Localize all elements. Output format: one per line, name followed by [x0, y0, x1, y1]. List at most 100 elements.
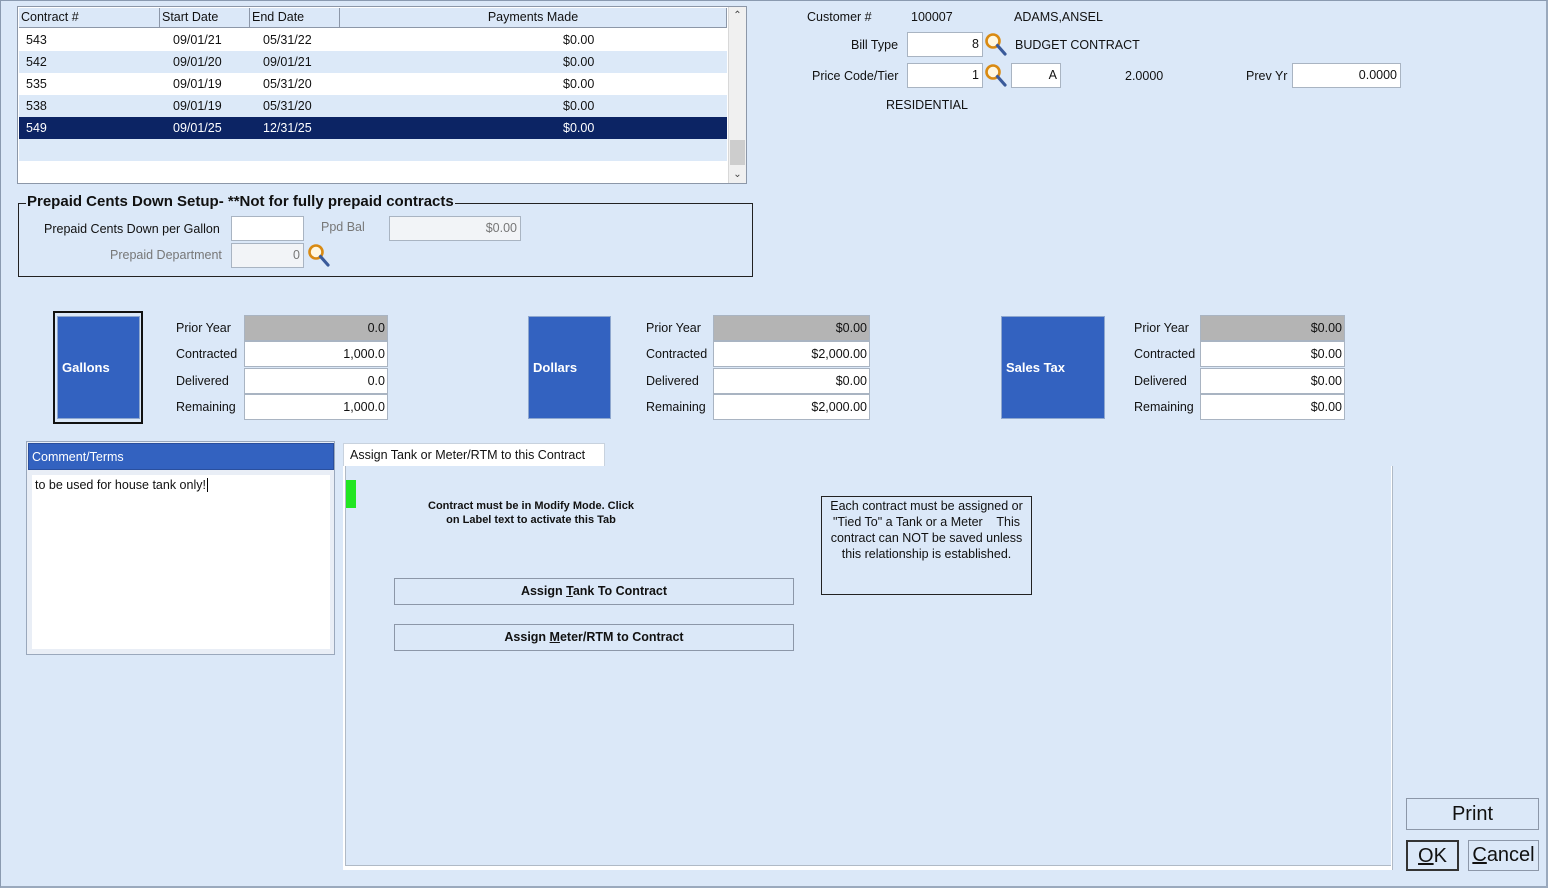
- sales-tax-contracted[interactable]: $0.00: [1200, 341, 1345, 367]
- comment-textarea[interactable]: to be used for house tank only!​: [32, 475, 330, 649]
- prepaid-dept-label: Prepaid Department: [110, 248, 222, 262]
- info-line2: "Tied To" a Tank or a Meter This: [833, 515, 1020, 529]
- col-end-date[interactable]: End Date: [250, 8, 340, 28]
- gallons-contracted[interactable]: 1,000.0: [244, 341, 388, 367]
- assign-meter-text: Assign: [504, 630, 550, 644]
- grid-scrollbar[interactable]: ⌃ ⌄: [728, 7, 746, 183]
- dollars-button[interactable]: Dollars: [528, 316, 611, 419]
- cancel-hotkey: C: [1472, 844, 1487, 866]
- cell-end: 12/31/25: [263, 121, 312, 135]
- customer-number-label: Customer #: [807, 10, 872, 24]
- customer-number: 100007: [911, 10, 953, 24]
- ppd-bal-value: $0.00: [389, 216, 521, 241]
- cell-start: 09/01/25: [173, 121, 222, 135]
- prepaid-dept-search-icon[interactable]: [306, 242, 330, 268]
- table-row-empty: [19, 139, 727, 161]
- modify-note-line2: on Label text to activate this Tab: [446, 514, 616, 526]
- gallons-prior-year-label: Prior Year: [176, 321, 231, 335]
- cell-start: 09/01/19: [173, 77, 222, 91]
- cell-end: 05/31/22: [263, 33, 312, 47]
- contracts-grid[interactable]: Contract # Start Date End Date Payments …: [17, 6, 747, 184]
- cell-payments: $0.00: [563, 99, 595, 113]
- cancel-button[interactable]: Cancel: [1468, 840, 1539, 871]
- table-row[interactable]: 538 09/01/19 05/31/20 $0.00: [19, 95, 727, 117]
- prev-yr-input[interactable]: 0.0000: [1292, 63, 1401, 88]
- table-row-selected[interactable]: 549 09/01/25 12/31/25 $0.00: [19, 117, 727, 139]
- cell-contract: 538: [26, 99, 47, 113]
- sales-tax-remaining-label: Remaining: [1134, 400, 1194, 414]
- grid-header: Contract # Start Date End Date Payments …: [19, 8, 727, 28]
- cell-payments: $0.00: [563, 33, 595, 47]
- assignment-info-box: Each contract must be assigned or "Tied …: [821, 496, 1032, 595]
- modify-mode-note[interactable]: Contract must be in Modify Mode. Click o…: [406, 499, 656, 527]
- col-contract-number[interactable]: Contract #: [19, 8, 160, 28]
- bill-type-label: Bill Type: [851, 38, 899, 52]
- dollars-contracted-label: Contracted: [646, 347, 708, 361]
- cell-start: 09/01/21: [173, 33, 222, 47]
- gallons-remaining: 1,000.0: [244, 394, 388, 420]
- scroll-down-arrow-icon[interactable]: ⌄: [729, 166, 746, 183]
- prev-yr-label: Prev Yr: [1246, 69, 1288, 83]
- gallons-prior-year: 0.0: [244, 315, 388, 341]
- bill-type-input[interactable]: 8: [907, 32, 983, 57]
- gallons-delivered-label: Delivered: [176, 374, 229, 388]
- scroll-thumb[interactable]: [730, 140, 745, 165]
- cell-contract: 535: [26, 77, 47, 91]
- price-value: 2.0000: [1125, 69, 1164, 83]
- price-tier-input[interactable]: A: [1011, 63, 1061, 88]
- prepaid-group: [18, 203, 753, 277]
- comment-panel: Comment/Terms to be used for house tank …: [26, 441, 335, 655]
- gallons-remaining-label: Remaining: [176, 400, 236, 414]
- gallons-contracted-label: Contracted: [176, 347, 238, 361]
- ok-button[interactable]: OK: [1406, 840, 1459, 871]
- price-code-description: RESIDENTIAL: [886, 98, 968, 112]
- assign-tab-content: Contract must be in Modify Mode. Click o…: [345, 466, 1391, 866]
- prepaid-cents-input[interactable]: [231, 216, 304, 241]
- col-start-date[interactable]: Start Date: [160, 8, 250, 28]
- sales-tax-button[interactable]: Sales Tax: [1001, 316, 1105, 419]
- sales-tax-contracted-label: Contracted: [1134, 347, 1196, 361]
- sales-tax-remaining: $0.00: [1200, 394, 1345, 420]
- scroll-up-arrow-icon[interactable]: ⌃: [729, 7, 746, 24]
- ok-hotkey: O: [1418, 845, 1434, 867]
- gallons-delivered: 0.0: [244, 368, 388, 394]
- cell-end: 09/01/21: [263, 55, 312, 69]
- price-code-input[interactable]: 1: [907, 63, 983, 88]
- bill-type-description: BUDGET CONTRACT: [1015, 38, 1140, 52]
- info-line4: this relationship is established.: [841, 547, 1012, 561]
- assign-meter-text-rest: eter/RTM to Contract: [559, 630, 684, 644]
- dollars-contracted[interactable]: $2,000.00: [713, 341, 870, 367]
- assign-meter-hotkey: M: [549, 630, 560, 644]
- dollars-delivered-label: Delivered: [646, 374, 699, 388]
- customer-name: ADAMS,ANSEL: [1014, 10, 1103, 24]
- cancel-text: ancel: [1486, 844, 1535, 866]
- bill-type-search-icon[interactable]: [983, 31, 1007, 57]
- price-code-search-icon[interactable]: [983, 62, 1007, 88]
- assign-tank-button[interactable]: Assign Tank To Contract: [394, 578, 794, 605]
- dollars-delivered: $0.00: [713, 368, 870, 394]
- assign-meter-button[interactable]: Assign Meter/RTM to Contract: [394, 624, 794, 651]
- cell-contract: 542: [26, 55, 47, 69]
- ppd-bal-label: Ppd Bal: [321, 220, 365, 234]
- prepaid-group-legend: Prepaid Cents Down Setup- **Not for full…: [26, 193, 455, 210]
- prepaid-cents-label: Prepaid Cents Down per Gallon: [44, 222, 220, 236]
- cell-payments: $0.00: [563, 77, 595, 91]
- sales-tax-delivered-label: Delivered: [1134, 374, 1187, 388]
- dollars-remaining-label: Remaining: [646, 400, 706, 414]
- price-code-label: Price Code/Tier: [812, 69, 899, 83]
- comment-header: Comment/Terms: [28, 443, 334, 470]
- print-button[interactable]: Print: [1406, 798, 1539, 830]
- tab-assign-tank-meter[interactable]: Assign Tank or Meter/RTM to this Contrac…: [343, 443, 605, 467]
- col-payments-made[interactable]: Payments Made: [340, 8, 727, 28]
- table-row[interactable]: 543 09/01/21 05/31/22 $0.00: [19, 29, 727, 51]
- cell-end: 05/31/20: [263, 99, 312, 113]
- info-line1: Each contract must be assigned or: [830, 499, 1023, 513]
- comment-text: to be used for house tank only!: [35, 478, 206, 492]
- cell-start: 09/01/20: [173, 55, 222, 69]
- info-line3: contract can NOT be saved unless: [830, 531, 1023, 545]
- sales-tax-delivered: $0.00: [1200, 368, 1345, 394]
- gallons-button[interactable]: Gallons: [57, 316, 140, 419]
- prepaid-dept-input[interactable]: 0: [231, 243, 304, 268]
- table-row[interactable]: 535 09/01/19 05/31/20 $0.00: [19, 73, 727, 95]
- table-row[interactable]: 542 09/01/20 09/01/21 $0.00: [19, 51, 727, 73]
